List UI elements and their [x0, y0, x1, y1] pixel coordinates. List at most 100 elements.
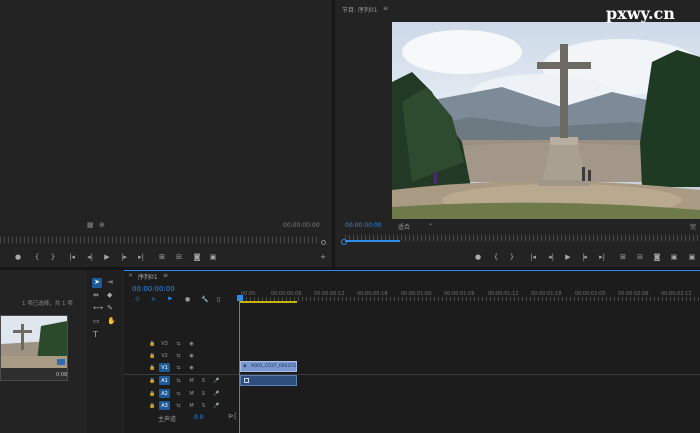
- go-to-out-button[interactable]: ▸|: [136, 252, 146, 262]
- linked-selection-icon[interactable]: ⚑: [167, 296, 172, 303]
- razor-tool-icon[interactable]: ◆: [107, 291, 112, 299]
- mute-icon[interactable]: M: [186, 401, 197, 410]
- timeline-settings-icon[interactable]: 🔧: [201, 296, 208, 303]
- lock-icon[interactable]: 🔒: [147, 363, 158, 372]
- program-step-forward-button[interactable]: |▸: [580, 252, 590, 262]
- audio-clip[interactable]: [240, 375, 297, 386]
- add-marker-icon[interactable]: ●: [185, 296, 190, 303]
- program-mark-out-button[interactable]: }: [507, 252, 517, 262]
- program-more-button[interactable]: ▣: [687, 252, 697, 262]
- lock-icon[interactable]: 🔒: [147, 339, 158, 348]
- source-export-icon[interactable]: ⊕: [99, 221, 105, 229]
- lift-button[interactable]: ⊞: [618, 252, 628, 262]
- mic-icon[interactable]: 🎤: [211, 376, 222, 385]
- program-timecode[interactable]: 00:00:00:00: [345, 222, 382, 229]
- step-forward-button[interactable]: |▸: [119, 252, 129, 262]
- captions-icon[interactable]: ▯: [217, 296, 220, 303]
- program-play-button[interactable]: ▶: [563, 252, 573, 262]
- snap-icon[interactable]: ∩: [151, 296, 155, 303]
- eye-icon[interactable]: ◉: [186, 351, 197, 360]
- track-label[interactable]: V2: [159, 351, 170, 360]
- program-monitor-panel: 节目: 序列01 ≡ 00:00:00:00 适合 ⌄ 完 ● {} |◂ ◂…: [335, 0, 700, 267]
- program-export-frame-button[interactable]: ◙: [652, 252, 662, 262]
- program-menu-icon[interactable]: ≡: [383, 5, 388, 12]
- track-label[interactable]: A1: [159, 376, 170, 385]
- eye-icon[interactable]: ◉: [186, 339, 197, 348]
- rectangle-tool-icon[interactable]: ▭: [93, 317, 100, 325]
- sync-lock-icon[interactable]: ⇆: [173, 351, 184, 360]
- source-settings-icon[interactable]: ▦: [87, 221, 94, 229]
- program-marker-button[interactable]: ●: [473, 252, 483, 262]
- sync-lock-icon[interactable]: ⇆: [173, 389, 184, 398]
- solo-icon[interactable]: S: [198, 401, 209, 410]
- go-to-in-button[interactable]: |◂: [67, 252, 77, 262]
- pen-tool-icon[interactable]: ✎: [107, 304, 113, 312]
- timeline-tab-menu[interactable]: ≡: [163, 272, 168, 279]
- slip-tool-icon[interactable]: ⟷: [93, 304, 103, 312]
- mute-icon[interactable]: M: [186, 389, 197, 398]
- track-label[interactable]: A2: [159, 389, 170, 398]
- master-end-icon[interactable]: ⊳|: [228, 412, 236, 420]
- hand-tool-icon[interactable]: ✋: [107, 317, 116, 325]
- compare-button[interactable]: ▣: [208, 252, 218, 262]
- project-clip-thumbnail[interactable]: 0:08: [0, 315, 68, 381]
- timeline-playhead-line[interactable]: [239, 301, 240, 433]
- track-select-tool-icon[interactable]: ⇥: [107, 278, 113, 286]
- lock-icon[interactable]: 🔒: [147, 389, 158, 398]
- sync-lock-icon[interactable]: ⇆: [173, 363, 184, 372]
- source-time-ruler[interactable]: [0, 237, 320, 243]
- lock-icon[interactable]: 🔒: [147, 401, 158, 410]
- source-ruler-end-marker[interactable]: [321, 240, 326, 245]
- export-frame-button[interactable]: ◙: [192, 252, 202, 262]
- ripple-edit-tool-icon[interactable]: ⇹: [93, 291, 99, 299]
- nest-toggle-icon[interactable]: ⟐: [135, 296, 140, 304]
- lock-icon[interactable]: 🔒: [147, 351, 158, 360]
- track-label[interactable]: A3: [159, 401, 170, 410]
- work-area-bar[interactable]: [240, 301, 297, 303]
- master-volume-value[interactable]: 0.0: [194, 414, 204, 421]
- mic-icon[interactable]: 🎤: [211, 389, 222, 398]
- step-back-button[interactable]: ◂|: [85, 252, 95, 262]
- sync-lock-icon[interactable]: ⇆: [173, 339, 184, 348]
- program-compare-button[interactable]: ▣: [669, 252, 679, 262]
- mute-icon[interactable]: M: [186, 376, 197, 385]
- play-button[interactable]: ▶: [102, 252, 112, 262]
- program-go-to-out-button[interactable]: ▸|: [597, 252, 607, 262]
- master-track-label: 主声道: [158, 416, 177, 423]
- extract-button[interactable]: ⊟: [635, 252, 645, 262]
- type-tool-icon[interactable]: T: [93, 330, 98, 339]
- fit-dropdown[interactable]: 适合: [398, 222, 410, 231]
- track-label[interactable]: V1: [159, 363, 170, 372]
- program-playhead-bar[interactable]: [345, 240, 400, 242]
- mark-out-button[interactable]: }: [48, 252, 58, 262]
- lock-icon[interactable]: 🔒: [147, 376, 158, 385]
- fit-dropdown-arrow[interactable]: ⌄: [428, 220, 433, 227]
- sync-lock-icon[interactable]: ⇆: [173, 401, 184, 410]
- marker-button[interactable]: ●: [13, 252, 23, 262]
- mic-icon[interactable]: 🎤: [211, 401, 222, 410]
- mark-in-button[interactable]: {: [32, 252, 42, 262]
- timeline-ruler[interactable]: [238, 297, 700, 301]
- timeline-timecode[interactable]: 00:00:00:00: [132, 285, 175, 293]
- source-video-area: [0, 0, 332, 218]
- timeline-tab[interactable]: 序列01: [138, 272, 158, 281]
- program-go-to-in-button[interactable]: |◂: [528, 252, 538, 262]
- program-mark-in-button[interactable]: {: [491, 252, 501, 262]
- program-step-back-button[interactable]: ◂|: [546, 252, 556, 262]
- selection-tool-icon[interactable]: ➤: [92, 278, 102, 288]
- quality-dropdown[interactable]: 完: [690, 222, 696, 231]
- clip-type-badge: [57, 359, 65, 365]
- program-playhead[interactable]: [341, 239, 347, 245]
- overwrite-button[interactable]: ⊟: [174, 252, 184, 262]
- timeline-tab-close[interactable]: ×: [128, 272, 133, 279]
- program-monitor-title[interactable]: 节目: 序列01: [342, 5, 378, 14]
- solo-icon[interactable]: S: [198, 389, 209, 398]
- eye-icon[interactable]: ◉: [186, 363, 197, 372]
- video-clip[interactable]: ◈ A001_C037_0921FG: [240, 361, 297, 372]
- sync-lock-icon[interactable]: ⇆: [173, 376, 184, 385]
- track-label[interactable]: V3: [159, 339, 170, 348]
- solo-icon[interactable]: S: [198, 376, 209, 385]
- add-button[interactable]: +: [318, 252, 328, 262]
- insert-button[interactable]: ⊞: [157, 252, 167, 262]
- timeline-playhead-handle[interactable]: [237, 295, 243, 301]
